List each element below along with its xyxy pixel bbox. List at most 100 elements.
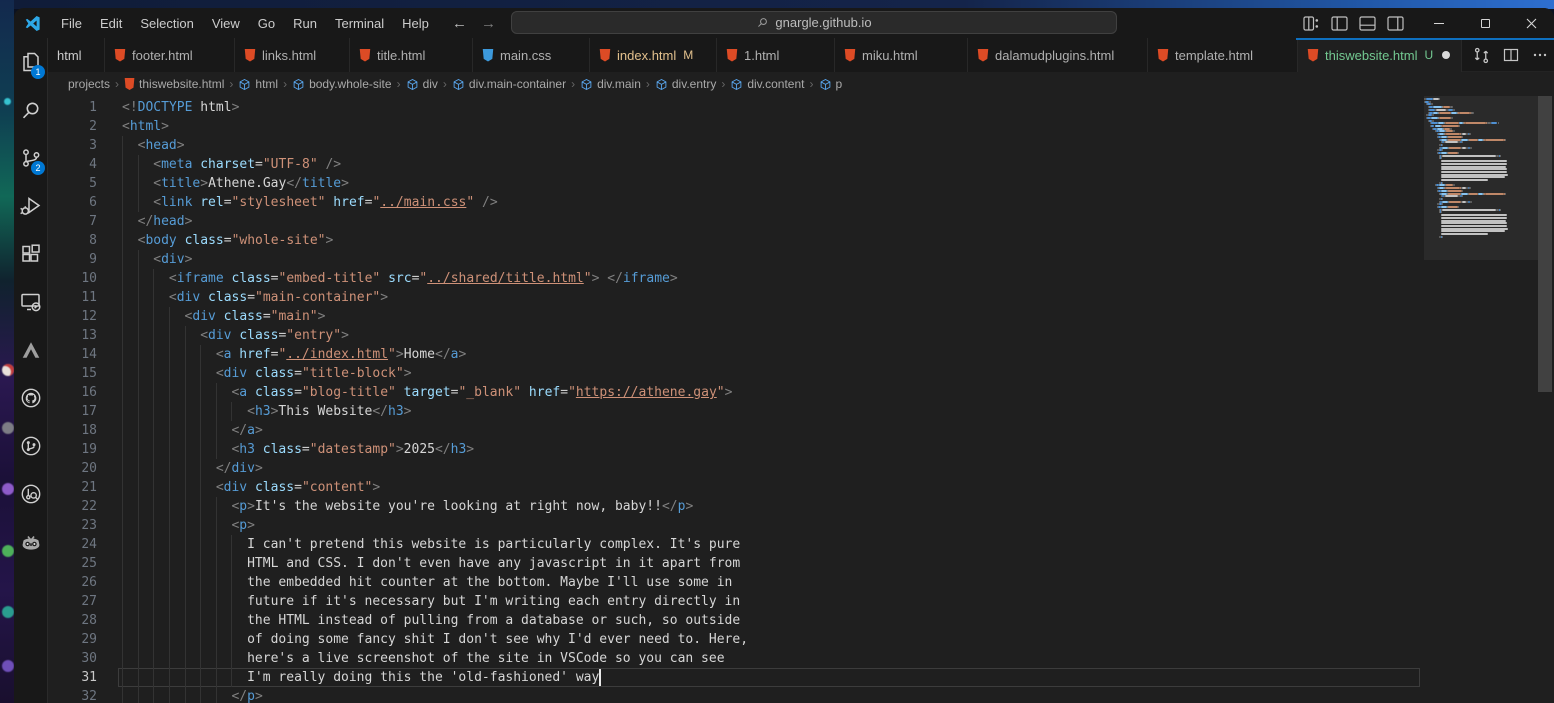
toggle-primary-sidebar-icon[interactable] — [1331, 16, 1348, 31]
line-number[interactable]: 15 — [48, 364, 97, 383]
menu-selection[interactable]: Selection — [131, 12, 202, 35]
code-line[interactable]: 13<div class="entry"> — [48, 326, 1418, 345]
line-number[interactable]: 26 — [48, 573, 97, 592]
line-number[interactable]: 11 — [48, 288, 97, 307]
more-actions-icon[interactable] — [1532, 47, 1548, 63]
code-line[interactable]: 15<div class="title-block"> — [48, 364, 1418, 383]
line-number[interactable]: 24 — [48, 535, 97, 554]
menu-terminal[interactable]: Terminal — [326, 12, 393, 35]
code-line[interactable]: 2<html> — [48, 117, 1418, 136]
breadcrumb-item-div.content[interactable]: div.content — [730, 77, 804, 91]
code-line[interactable]: 31I'm really doing this the 'old-fashion… — [48, 668, 1418, 687]
code-editor[interactable]: 1<!DOCTYPE html>2<html>3<head>4<meta cha… — [48, 96, 1554, 703]
activity-godot[interactable] — [14, 518, 47, 566]
activity-search[interactable] — [14, 86, 47, 134]
code-line[interactable]: 14<a href="../index.html">Home</a> — [48, 345, 1418, 364]
line-number[interactable]: 2 — [48, 117, 97, 136]
activity-extensions[interactable] — [14, 230, 47, 278]
code-line[interactable]: 11<div class="main-container"> — [48, 288, 1418, 307]
activity-gitlens[interactable] — [14, 470, 47, 518]
code-line[interactable]: 3<head> — [48, 136, 1418, 155]
line-number[interactable]: 21 — [48, 478, 97, 497]
code-line[interactable]: 8<body class="whole-site"> — [48, 231, 1418, 250]
code-line[interactable]: 26the embedded hit counter at the bottom… — [48, 573, 1418, 592]
tab-thiswebsite.html[interactable]: thiswebsite.htmlU — [1298, 38, 1462, 72]
line-number[interactable]: 17 — [48, 402, 97, 421]
menu-run[interactable]: Run — [284, 12, 326, 35]
tab-index.html[interactable]: index.htmlM — [590, 38, 717, 72]
line-number[interactable]: 19 — [48, 440, 97, 459]
code-line[interactable]: 32</p> — [48, 687, 1418, 703]
open-changes-icon[interactable] — [1473, 47, 1490, 64]
menu-file[interactable]: File — [52, 12, 91, 35]
line-number[interactable]: 14 — [48, 345, 97, 364]
line-number[interactable]: 4 — [48, 155, 97, 174]
minimap[interactable] — [1424, 96, 1538, 703]
breadcrumb-item-projects[interactable]: projects — [68, 77, 110, 91]
activity-run-debug[interactable] — [14, 182, 47, 230]
maximize-button[interactable] — [1462, 8, 1508, 38]
tab-template.html[interactable]: template.html — [1148, 38, 1298, 72]
split-editor-icon[interactable] — [1503, 47, 1519, 63]
vertical-scrollbar[interactable] — [1538, 96, 1554, 703]
line-number[interactable]: 23 — [48, 516, 97, 535]
line-number[interactable]: 1 — [48, 98, 97, 117]
command-center-search[interactable]: gnargle.github.io — [511, 11, 1117, 34]
tab-1.html[interactable]: 1.html — [717, 38, 835, 72]
code-line[interactable]: 7</head> — [48, 212, 1418, 231]
menu-edit[interactable]: Edit — [91, 12, 131, 35]
code-line[interactable]: 6<link rel="stylesheet" href="../main.cs… — [48, 193, 1418, 212]
line-number[interactable]: 9 — [48, 250, 97, 269]
line-number[interactable]: 12 — [48, 307, 97, 326]
activity-github[interactable] — [14, 374, 47, 422]
tab-html[interactable]: html — [48, 38, 105, 72]
activity-remote-explorer[interactable] — [14, 278, 47, 326]
line-number[interactable]: 27 — [48, 592, 97, 611]
vscode-logo-icon[interactable] — [23, 14, 42, 33]
code-line[interactable]: 18</a> — [48, 421, 1418, 440]
tab-main.css[interactable]: main.css — [473, 38, 590, 72]
line-number[interactable]: 3 — [48, 136, 97, 155]
code-line[interactable]: 1<!DOCTYPE html> — [48, 98, 1418, 117]
line-number[interactable]: 18 — [48, 421, 97, 440]
line-number[interactable]: 28 — [48, 611, 97, 630]
line-number[interactable]: 30 — [48, 649, 97, 668]
tab-dalamudplugins.html[interactable]: dalamudplugins.html — [968, 38, 1148, 72]
code-line[interactable]: 22<p>It's the website you're looking at … — [48, 497, 1418, 516]
line-number[interactable]: 22 — [48, 497, 97, 516]
code-line[interactable]: 27future if it's necessary but I'm writi… — [48, 592, 1418, 611]
line-number[interactable]: 5 — [48, 174, 97, 193]
minimize-button[interactable] — [1416, 8, 1462, 38]
line-number[interactable]: 8 — [48, 231, 97, 250]
code-line[interactable]: 17<h3>This Website</h3> — [48, 402, 1418, 421]
code-line[interactable]: 19<h3 class="datestamp">2025</h3> — [48, 440, 1418, 459]
activity-a-extension[interactable] — [14, 326, 47, 374]
line-number[interactable]: 10 — [48, 269, 97, 288]
line-number[interactable]: 6 — [48, 193, 97, 212]
breadcrumb-item-body.whole-site[interactable]: body.whole-site — [292, 77, 392, 91]
line-number[interactable]: 16 — [48, 383, 97, 402]
line-number[interactable]: 25 — [48, 554, 97, 573]
toggle-panel-icon[interactable] — [1359, 16, 1376, 31]
code-line[interactable]: 20</div> — [48, 459, 1418, 478]
code-line[interactable]: 23<p> — [48, 516, 1418, 535]
code-line[interactable]: 30here's a live screenshot of the site i… — [48, 649, 1418, 668]
line-number[interactable]: 31 — [48, 668, 97, 687]
scrollbar-thumb[interactable] — [1538, 96, 1552, 392]
breadcrumb-item-div.main-container[interactable]: div.main-container — [452, 77, 566, 91]
code-line[interactable]: 21<div class="content"> — [48, 478, 1418, 497]
breadcrumb-item-html[interactable]: html — [238, 77, 278, 91]
tab-miku.html[interactable]: miku.html — [835, 38, 968, 72]
code-line[interactable]: 16<a class="blog-title" target="_blank" … — [48, 383, 1418, 402]
code-line[interactable]: 25HTML and CSS. I don't even have any ja… — [48, 554, 1418, 573]
line-number[interactable]: 20 — [48, 459, 97, 478]
menu-help[interactable]: Help — [393, 12, 438, 35]
activity-explorer[interactable]: 1 — [14, 38, 47, 86]
menu-view[interactable]: View — [203, 12, 249, 35]
activity-git-graph[interactable] — [14, 422, 47, 470]
activity-source-control[interactable]: 2 — [14, 134, 47, 182]
tab-title.html[interactable]: title.html — [350, 38, 473, 72]
line-number[interactable]: 32 — [48, 687, 97, 703]
forward-arrow-icon[interactable]: → — [481, 15, 496, 32]
toggle-secondary-sidebar-icon[interactable] — [1387, 16, 1404, 31]
